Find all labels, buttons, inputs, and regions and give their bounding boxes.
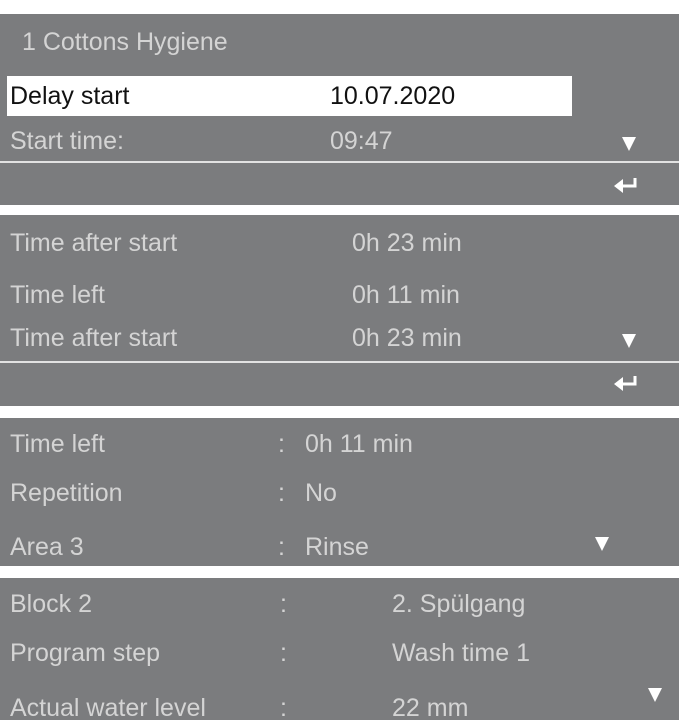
list-item: Time after start 0h 23 min: [0, 318, 679, 358]
return-arrow-icon[interactable]: [614, 374, 640, 396]
start-time-value: 09:47: [330, 127, 393, 155]
delay-start-row[interactable]: Delay start 10.07.2020: [0, 76, 679, 116]
row-label: Program step: [10, 639, 161, 667]
row-label: Block 2: [10, 590, 92, 618]
list-item: Time left 0h 11 min: [0, 275, 679, 315]
divider: [0, 161, 679, 163]
row-value: Wash time 1: [392, 639, 531, 667]
row-value: 2. Spülgang: [392, 590, 526, 618]
start-time-label: Start time:: [10, 127, 124, 155]
row-label: Area 3: [10, 533, 84, 561]
row-label: Time left: [10, 281, 105, 309]
list-item: Block 2 : 2. Spülgang: [0, 584, 679, 624]
row-value: 0h 23 min: [352, 229, 462, 257]
row-value: 0h 23 min: [352, 324, 462, 352]
row-label: Time after start: [10, 324, 178, 352]
list-item: Area 3 : Rinse: [0, 527, 679, 566]
row-label: Time after start: [10, 229, 178, 257]
list-item: Time left : 0h 11 min: [0, 424, 679, 464]
divider: [0, 361, 679, 363]
delay-start-date: 10.07.2020: [330, 82, 456, 110]
row-value: Rinse: [305, 533, 369, 561]
delay-start-label: Delay start: [10, 82, 130, 110]
row-value: 0h 11 min: [305, 430, 413, 458]
triangle-down-icon[interactable]: [622, 137, 636, 151]
program-header: 1 Cottons Hygiene: [0, 22, 679, 62]
return-arrow-icon[interactable]: [614, 176, 640, 198]
row-separator: :: [278, 430, 285, 458]
time-info-panel: Time after start 0h 23 min Time left 0h …: [0, 215, 679, 406]
program-info-panel: Time left : 0h 11 min Repetition : No Ar…: [0, 418, 679, 566]
row-separator: :: [280, 694, 287, 720]
row-value: 22 mm: [392, 694, 469, 720]
row-separator: :: [278, 533, 285, 561]
row-value: 0h 11 min: [352, 281, 460, 309]
row-label: Actual water level: [10, 694, 206, 720]
row-separator: :: [278, 479, 285, 507]
row-separator: :: [280, 639, 287, 667]
status-panel: Block 2 : 2. Spülgang Program step : Was…: [0, 578, 679, 720]
triangle-down-icon[interactable]: [595, 537, 609, 551]
start-time-row[interactable]: Start time: 09:47: [0, 121, 679, 161]
delay-start-panel: 1 Cottons Hygiene Delay start 10.07.2020…: [0, 14, 679, 205]
row-label: Repetition: [10, 479, 123, 507]
list-item: Program step : Wash time 1: [0, 633, 679, 673]
row-value: No: [305, 479, 337, 507]
list-item: Time after start 0h 23 min: [0, 223, 679, 263]
row-separator: :: [280, 590, 287, 618]
triangle-down-icon[interactable]: [648, 688, 662, 702]
program-name: 1 Cottons Hygiene: [22, 28, 228, 56]
row-label: Time left: [10, 430, 105, 458]
triangle-down-icon[interactable]: [622, 334, 636, 348]
list-item: Actual water level : 22 mm: [0, 688, 679, 720]
list-item: Repetition : No: [0, 473, 679, 513]
